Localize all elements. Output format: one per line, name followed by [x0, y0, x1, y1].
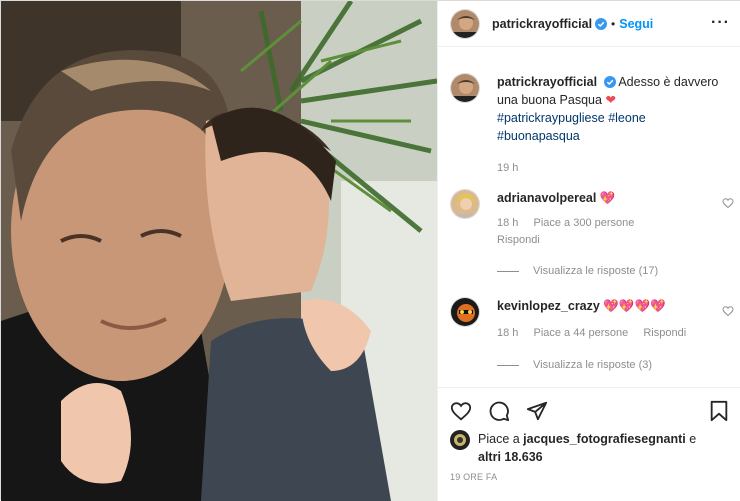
replies-divider	[497, 364, 519, 366]
hashtag-link[interactable]: #leone	[608, 111, 646, 125]
reply-button[interactable]: Rispondi	[497, 234, 722, 246]
like-comment-heart-icon[interactable]	[722, 197, 734, 209]
comment-text-block: kevinlopez_crazy 💖💖💖💖	[497, 297, 734, 315]
liked-by-user[interactable]: jacques_fotografiesegnanti	[523, 432, 686, 446]
liked-by-prefix: Piace a	[478, 432, 524, 446]
comment-item: kevinlopez_crazy 💖💖💖💖 18 h Piace a 44 pe…	[450, 297, 734, 339]
likes-text: Piace a jacques_fotografiesegnanti e alt…	[478, 430, 728, 466]
post-header: patrickrayofficial • Segui ···	[438, 1, 740, 47]
commenter-username[interactable]: adrianavolpereal	[497, 191, 596, 205]
comment-likes[interactable]: Piace a 44 persone	[533, 327, 628, 339]
caption-author-avatar[interactable]	[450, 73, 480, 103]
comment-text-block: adrianavolpereal 💖	[497, 189, 734, 207]
post-photo[interactable]	[1, 1, 437, 501]
commenter-username[interactable]: kevinlopez_crazy	[497, 299, 600, 313]
verified-badge-icon	[595, 17, 608, 30]
liker-avatar[interactable]	[450, 430, 470, 450]
post-timestamp[interactable]: 19 ORE FA	[450, 472, 497, 482]
caption-text-block: patrickrayofficial Adesso è davvero una …	[497, 73, 734, 177]
view-replies-label[interactable]: Visualizza le risposte (3)	[533, 359, 652, 371]
verified-badge-icon	[603, 76, 616, 88]
view-replies-button[interactable]: Visualizza le risposte (3)	[497, 359, 652, 371]
more-dots-icon[interactable]: ···	[711, 14, 730, 32]
comment-likes[interactable]: Piace a 300 persone	[533, 217, 634, 229]
bookmark-icon[interactable]	[708, 400, 730, 422]
reply-button[interactable]: Rispondi	[643, 327, 686, 339]
heart-icon[interactable]	[450, 400, 472, 422]
replies-divider	[497, 270, 519, 272]
hashtag-link[interactable]: #patrickraypugliese	[497, 111, 605, 125]
comment-time[interactable]: 18 h	[497, 217, 518, 229]
caption-time[interactable]: 19 h	[497, 159, 734, 177]
comment-body: 💖	[599, 191, 616, 205]
view-replies-button[interactable]: Visualizza le risposte (17)	[497, 265, 658, 277]
liked-by-others[interactable]: altri 18.636	[478, 450, 543, 464]
comment-time[interactable]: 18 h	[497, 327, 518, 339]
author-username[interactable]: patrickrayofficial	[492, 17, 592, 31]
commenter-avatar[interactable]	[450, 189, 480, 219]
view-replies-label[interactable]: Visualizza le risposte (17)	[533, 265, 658, 277]
comment-meta: 18 h Piace a 44 persone Rispondi	[497, 327, 734, 339]
red-heart-emoji: ❤	[605, 93, 616, 107]
comment-body: 💖💖💖💖	[603, 299, 666, 313]
comment-icon[interactable]	[488, 400, 510, 422]
commenter-avatar[interactable]	[450, 297, 480, 327]
post-actions: Piace a jacques_fotografiesegnanti e alt…	[438, 387, 740, 501]
hashtag-link[interactable]: #buonapasqua	[497, 129, 580, 143]
instagram-post: patrickrayofficial • Segui ··· patrickra…	[0, 0, 740, 501]
comment-item: adrianavolpereal 💖 18 h Piace a 300 pers…	[450, 189, 734, 246]
comment-meta: 18 h Piace a 300 persone Rispondi	[497, 217, 734, 246]
post-caption: patrickrayofficial Adesso è davvero una …	[450, 73, 734, 177]
photo-illustration	[1, 1, 437, 501]
like-comment-heart-icon[interactable]	[722, 305, 734, 317]
author-avatar[interactable]	[450, 8, 480, 39]
follow-button[interactable]: Segui	[619, 17, 653, 31]
liked-by-suffix: e	[685, 432, 697, 446]
post-sidebar: patrickrayofficial • Segui ··· patrickra…	[437, 1, 740, 501]
share-icon[interactable]	[526, 400, 548, 422]
likes-summary: Piace a jacques_fotografiesegnanti e alt…	[450, 430, 728, 466]
caption-author-username[interactable]: patrickrayofficial	[497, 75, 597, 89]
